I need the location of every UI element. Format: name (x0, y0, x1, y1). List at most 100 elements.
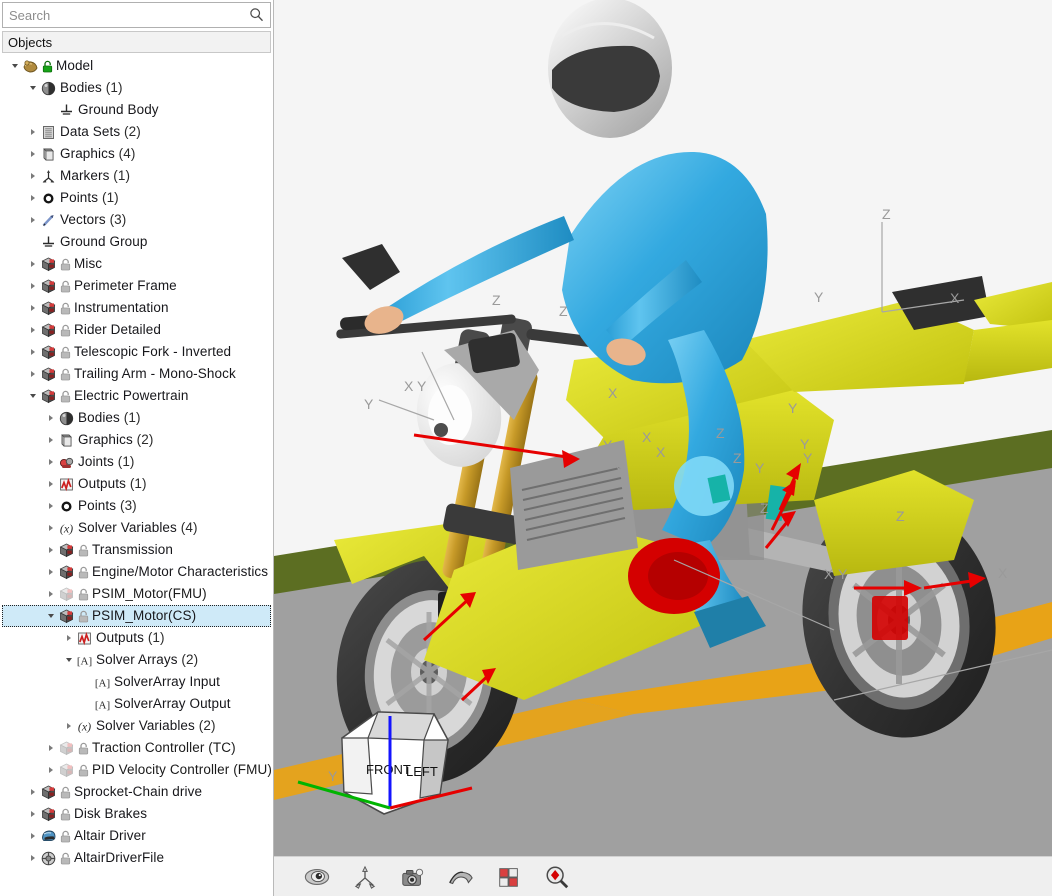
search-icon[interactable] (249, 7, 264, 22)
parts-cube-icon[interactable] (494, 862, 524, 892)
3d-viewport[interactable]: FRONT LEFT ZYXZZXYYXYXXZYYYZYXZZXYXY (274, 0, 1052, 896)
chevron-down-icon[interactable] (44, 605, 57, 627)
tree-row[interactable]: Electric Powertrain (2, 385, 271, 407)
chevron-right-icon[interactable] (26, 275, 39, 297)
chevron-right-icon[interactable] (62, 715, 75, 737)
tree-row[interactable]: Markers (1) (2, 165, 271, 187)
lock-icon[interactable] (60, 301, 71, 315)
search-bar[interactable] (2, 2, 271, 28)
search-input[interactable] (3, 3, 241, 27)
axis-triad-icon[interactable] (350, 862, 380, 892)
lock-icon[interactable] (78, 587, 89, 601)
chevron-right-icon[interactable] (44, 539, 57, 561)
tree-row[interactable]: Joints (1) (2, 451, 271, 473)
tree-row[interactable]: Data Sets (2) (2, 121, 271, 143)
lock-icon[interactable] (78, 763, 89, 777)
tree-row[interactable]: Sprocket-Chain drive (2, 781, 271, 803)
tree-row[interactable]: (x) Solver Variables (4) (2, 517, 271, 539)
lock-icon[interactable] (60, 257, 71, 271)
tree-row[interactable]: PID Velocity Controller (FMU) (2, 759, 271, 781)
chevron-right-icon[interactable] (26, 165, 39, 187)
chevron-down-icon[interactable] (26, 77, 39, 99)
lock-icon[interactable] (60, 807, 71, 821)
tree-row[interactable]: PSIM_Motor(FMU) (2, 583, 271, 605)
chevron-right-icon[interactable] (26, 209, 39, 231)
tree-row[interactable]: Misc (2, 253, 271, 275)
chevron-down-icon[interactable] (8, 55, 21, 77)
tree-row[interactable]: Bodies (1) (2, 77, 271, 99)
lock-icon[interactable] (60, 345, 71, 359)
tree-row[interactable]: Vectors (3) (2, 209, 271, 231)
tree-row[interactable]: [A] SolverArray Input (2, 671, 271, 693)
tree-row[interactable]: Perimeter Frame (2, 275, 271, 297)
lock-icon[interactable] (60, 785, 71, 799)
chevron-right-icon[interactable] (26, 341, 39, 363)
tree-row[interactable]: Altair Driver (2, 825, 271, 847)
chevron-right-icon[interactable] (26, 847, 39, 869)
lock-unlocked-icon[interactable] (42, 59, 53, 73)
chevron-right-icon[interactable] (44, 495, 57, 517)
tree-row[interactable]: Model (2, 55, 271, 77)
chevron-right-icon[interactable] (62, 627, 75, 649)
lock-icon[interactable] (78, 609, 89, 623)
camera-icon[interactable] (398, 862, 428, 892)
chevron-down-icon[interactable] (62, 649, 75, 671)
chevron-right-icon[interactable] (44, 583, 57, 605)
lock-icon[interactable] (78, 565, 89, 579)
tree-row[interactable]: Outputs (1) (2, 627, 271, 649)
model-tree[interactable]: Model Bodies (1) Ground Body Data Sets (2) G… (2, 53, 271, 896)
chevron-right-icon[interactable] (44, 407, 57, 429)
tree-row[interactable]: [A] Solver Arrays (2) (2, 649, 271, 671)
lock-icon[interactable] (60, 389, 71, 403)
tree-row[interactable]: Ground Body (2, 99, 271, 121)
tree-row[interactable]: Ground Group (2, 231, 271, 253)
chevron-right-icon[interactable] (44, 517, 57, 539)
tree-row[interactable]: Traction Controller (TC) (2, 737, 271, 759)
surface-icon[interactable] (446, 862, 476, 892)
tree-row[interactable]: Trailing Arm - Mono-Shock (2, 363, 271, 385)
view-icon[interactable] (302, 862, 332, 892)
chevron-down-icon[interactable] (26, 385, 39, 407)
chevron-right-icon[interactable] (26, 363, 39, 385)
chevron-right-icon[interactable] (26, 143, 39, 165)
tree-row[interactable]: Outputs (1) (2, 473, 271, 495)
lock-icon[interactable] (60, 279, 71, 293)
chevron-right-icon[interactable] (26, 803, 39, 825)
tree-row[interactable]: [A] SolverArray Output (2, 693, 271, 715)
tree-row[interactable]: Bodies (1) (2, 407, 271, 429)
tree-row[interactable]: Points (1) (2, 187, 271, 209)
chevron-right-icon[interactable] (26, 825, 39, 847)
lock-icon[interactable] (60, 323, 71, 337)
chevron-right-icon[interactable] (26, 187, 39, 209)
chevron-right-icon[interactable] (44, 759, 57, 781)
chevron-right-icon[interactable] (26, 121, 39, 143)
lock-icon[interactable] (78, 741, 89, 755)
lock-icon[interactable] (60, 829, 71, 843)
chevron-right-icon[interactable] (26, 319, 39, 341)
chevron-right-icon[interactable] (44, 451, 57, 473)
tree-row-selected[interactable]: PSIM_Motor(CS) (2, 605, 271, 627)
tree-row[interactable]: Transmission (2, 539, 271, 561)
tree-row[interactable]: Disk Brakes (2, 803, 271, 825)
tree-row[interactable]: Graphics (2) (2, 429, 271, 451)
tree-row[interactable]: Engine/Motor Characteristics (2, 561, 271, 583)
tree-row[interactable]: AltairDriverFile (2, 847, 271, 869)
zoom-icon[interactable] (542, 862, 572, 892)
tree-row[interactable]: Instrumentation (2, 297, 271, 319)
chevron-right-icon[interactable] (44, 429, 57, 451)
tree-row[interactable]: Rider Detailed (2, 319, 271, 341)
tree-row[interactable]: Telescopic Fork - Inverted (2, 341, 271, 363)
tree-row[interactable]: Points (3) (2, 495, 271, 517)
tree-row[interactable]: Graphics (4) (2, 143, 271, 165)
lock-icon[interactable] (60, 367, 71, 381)
chevron-right-icon[interactable] (44, 473, 57, 495)
lock-icon[interactable] (60, 851, 71, 865)
chevron-right-icon[interactable] (26, 781, 39, 803)
chevron-right-icon[interactable] (44, 737, 57, 759)
tree-row[interactable]: (x) Solver Variables (2) (2, 715, 271, 737)
chevron-right-icon[interactable] (26, 297, 39, 319)
system-icon (57, 607, 76, 625)
lock-icon[interactable] (78, 543, 89, 557)
chevron-right-icon[interactable] (44, 561, 57, 583)
chevron-right-icon[interactable] (26, 253, 39, 275)
